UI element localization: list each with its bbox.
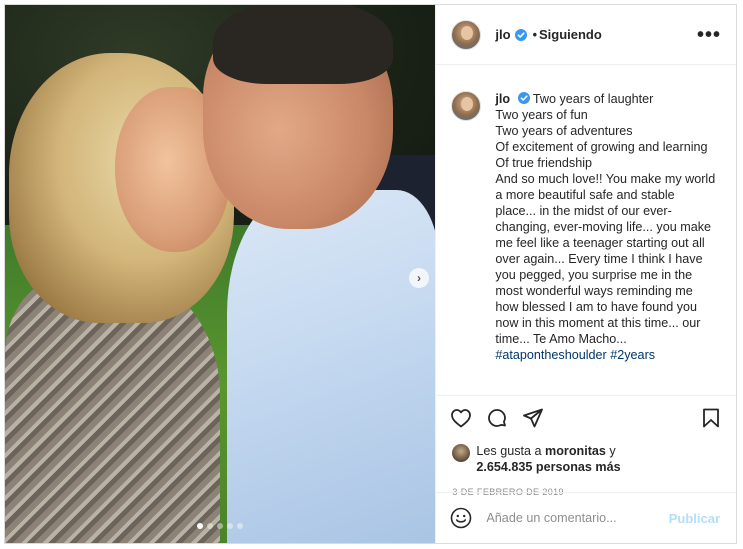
carousel-dot bbox=[197, 523, 204, 529]
caption-line: And so much love!! You make my world a m… bbox=[495, 172, 716, 346]
carousel-next-button[interactable]: › bbox=[409, 268, 429, 288]
comment-input[interactable] bbox=[486, 511, 669, 525]
carousel-indicator bbox=[5, 523, 435, 529]
likes-summary: Les gusta a moronitas y 2.654.835 person… bbox=[436, 443, 736, 475]
author-username[interactable]: jlo bbox=[495, 27, 510, 42]
post-header: jlo • Siguiendo ••• bbox=[436, 5, 736, 65]
caption-hashtags: #atapontheshoulder #2years bbox=[495, 347, 715, 363]
likes-connector: y bbox=[605, 444, 616, 458]
caption-line: Of excitement of growing and learning bbox=[495, 140, 708, 154]
caption-line: Of true friendship bbox=[495, 156, 593, 170]
carousel-dot bbox=[217, 523, 224, 529]
header-separator: • bbox=[532, 27, 537, 42]
hashtag-link[interactable]: #atapontheshoulder bbox=[495, 348, 606, 362]
verified-badge-icon bbox=[514, 28, 527, 41]
smiley-icon bbox=[451, 507, 472, 529]
paper-plane-icon bbox=[523, 408, 544, 427]
liker-username[interactable]: moronitas bbox=[545, 444, 606, 458]
carousel-dot bbox=[227, 523, 234, 529]
caption-first-line: Two years of laughter bbox=[532, 92, 654, 106]
action-bar bbox=[436, 395, 736, 439]
instagram-post: › jlo • Siguiendo ••• jlo Two years of l… bbox=[4, 4, 737, 544]
bookmark-icon bbox=[703, 408, 719, 427]
caption-line: Two years of adventures bbox=[495, 124, 633, 138]
likes-count[interactable]: 2.654.835 personas más bbox=[476, 460, 620, 474]
caption-author-avatar[interactable] bbox=[451, 91, 482, 121]
comment-button[interactable] bbox=[484, 405, 510, 431]
like-button[interactable] bbox=[448, 405, 474, 431]
caption-username[interactable]: jlo bbox=[495, 92, 510, 106]
caption-text: jlo Two years of laughter Two years of f… bbox=[495, 91, 715, 395]
emoji-button[interactable] bbox=[448, 505, 474, 531]
likes-text: Les gusta a moronitas y 2.654.835 person… bbox=[476, 443, 620, 475]
chevron-right-icon: › bbox=[417, 271, 421, 285]
heart-icon bbox=[451, 408, 472, 427]
save-button[interactable] bbox=[698, 405, 724, 431]
caption-line: Two years of fun bbox=[495, 108, 588, 122]
carousel-dot bbox=[237, 523, 244, 529]
liker-avatar[interactable] bbox=[452, 444, 471, 462]
caption-section: jlo Two years of laughter Two years of f… bbox=[436, 65, 736, 395]
photo-man-hair bbox=[213, 5, 393, 84]
likes-prefix: Les gusta a bbox=[476, 444, 546, 458]
more-options-icon[interactable]: ••• bbox=[697, 25, 721, 45]
author-avatar[interactable] bbox=[451, 19, 482, 50]
comment-bubble-icon bbox=[488, 408, 507, 427]
carousel-dot bbox=[207, 523, 214, 529]
share-button[interactable] bbox=[520, 405, 546, 431]
comment-bar: Publicar bbox=[436, 492, 736, 543]
following-button[interactable]: Siguiendo bbox=[539, 27, 602, 42]
verified-badge-icon bbox=[517, 92, 530, 104]
hashtag-link[interactable]: #2years bbox=[610, 348, 655, 362]
photo-man-shirt bbox=[227, 190, 436, 543]
post-side-panel: jlo • Siguiendo ••• jlo Two years of lau… bbox=[435, 5, 736, 543]
publish-button[interactable]: Publicar bbox=[669, 511, 720, 526]
post-photo[interactable]: › bbox=[5, 5, 436, 543]
